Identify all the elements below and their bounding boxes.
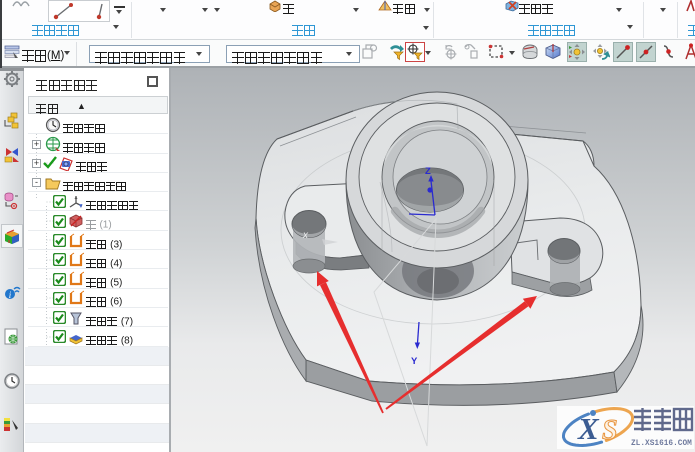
svg-text:X: X [577, 411, 600, 446]
svg-text:x: x [302, 230, 309, 241]
svg-text:Z: Z [425, 166, 431, 177]
svg-text:ZL.XS1616.COM: ZL.XS1616.COM [631, 440, 692, 448]
svg-text:Y: Y [411, 356, 418, 367]
svg-text:S: S [602, 415, 618, 446]
